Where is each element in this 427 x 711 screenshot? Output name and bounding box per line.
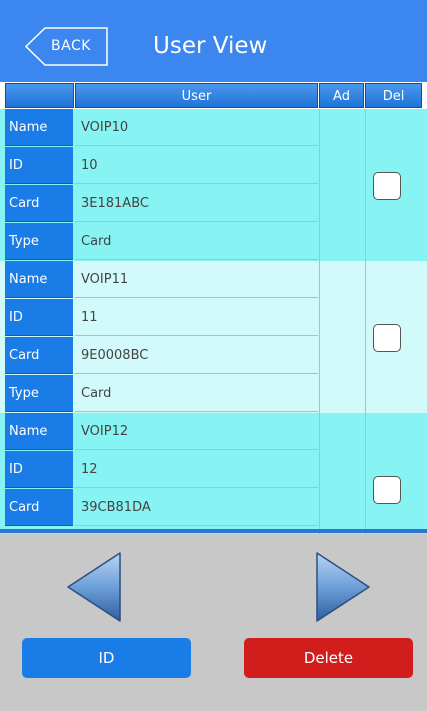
field-value-name[interactable]: VOIP11 bbox=[75, 261, 318, 298]
field-label-card: Card bbox=[5, 337, 73, 374]
delete-button[interactable]: Delete bbox=[244, 638, 413, 678]
del-cell bbox=[365, 261, 422, 413]
user-record: Name VOIP11 ID 11 Card 9E0008BC Type Car… bbox=[0, 261, 427, 413]
del-cell bbox=[365, 109, 422, 261]
ad-cell bbox=[319, 413, 364, 534]
column-header-user: User bbox=[75, 83, 318, 108]
delete-checkbox[interactable] bbox=[373, 476, 401, 504]
field-label-id: ID bbox=[5, 299, 73, 336]
delete-checkbox[interactable] bbox=[373, 324, 401, 352]
field-label-type: Type bbox=[5, 375, 73, 412]
back-button[interactable]: BACK bbox=[25, 27, 109, 66]
field-value-id[interactable]: 10 bbox=[75, 147, 318, 184]
header-bar: BACK User View bbox=[0, 0, 427, 82]
field-value-card[interactable]: 3E181ABC bbox=[75, 185, 318, 222]
arrow-right-icon bbox=[316, 552, 370, 622]
field-value-id[interactable]: 11 bbox=[75, 299, 318, 336]
previous-page-button[interactable] bbox=[66, 551, 122, 627]
column-header-blank bbox=[5, 83, 74, 108]
user-table: User Ad Del Name VOIP10 ID 10 Card 3E181… bbox=[0, 82, 427, 534]
page-title: User View bbox=[153, 33, 268, 59]
field-value-id[interactable]: 12 bbox=[75, 451, 318, 488]
field-label-card: Card bbox=[5, 489, 73, 526]
field-label-name: Name bbox=[5, 261, 73, 298]
field-value-type[interactable]: Card bbox=[75, 223, 318, 260]
field-value-card[interactable]: 39CB81DA bbox=[75, 489, 318, 526]
user-record: Name VOIP12 ID 12 Card 39CB81DA bbox=[0, 413, 427, 534]
user-record: Name VOIP10 ID 10 Card 3E181ABC Type Car… bbox=[0, 109, 427, 261]
arrow-left-icon bbox=[67, 552, 121, 622]
id-button[interactable]: ID bbox=[22, 638, 191, 678]
del-cell bbox=[365, 413, 422, 534]
field-label-type: Type bbox=[5, 223, 73, 260]
column-header-del: Del bbox=[365, 83, 422, 108]
next-page-button[interactable] bbox=[315, 551, 371, 627]
table-bottom-border bbox=[0, 529, 427, 533]
field-label-card: Card bbox=[5, 185, 73, 222]
field-value-card[interactable]: 9E0008BC bbox=[75, 337, 318, 374]
field-value-name[interactable]: VOIP10 bbox=[75, 109, 318, 146]
field-value-type[interactable]: Card bbox=[75, 375, 318, 412]
field-label-name: Name bbox=[5, 109, 73, 146]
field-label-name: Name bbox=[5, 413, 73, 450]
ad-cell bbox=[319, 261, 364, 413]
column-header-ad: Ad bbox=[319, 83, 364, 108]
back-button-label: BACK bbox=[51, 38, 91, 54]
ad-cell bbox=[319, 109, 364, 261]
field-label-id: ID bbox=[5, 451, 73, 488]
field-value-name[interactable]: VOIP12 bbox=[75, 413, 318, 450]
field-label-id: ID bbox=[5, 147, 73, 184]
delete-checkbox[interactable] bbox=[373, 172, 401, 200]
